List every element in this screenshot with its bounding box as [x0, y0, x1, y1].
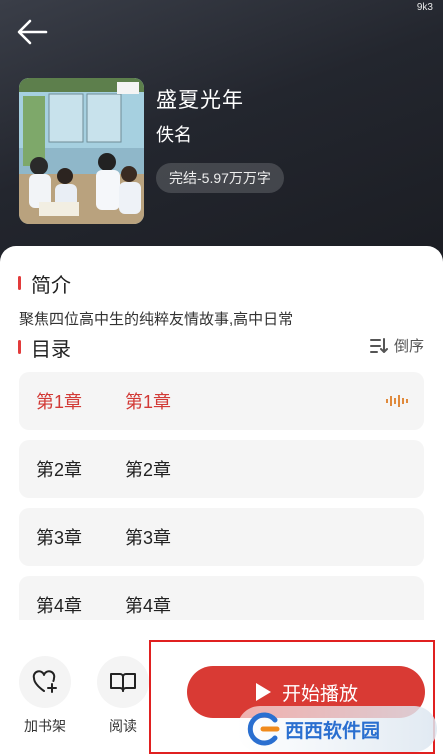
- chapter-number: 第1章: [36, 392, 83, 412]
- add-bookshelf-button[interactable]: 加书架: [18, 656, 72, 736]
- chapter-number: 第4章: [36, 596, 83, 616]
- audio-wave-icon: [386, 395, 408, 407]
- intro-text: 聚焦四位高中生的纯粹友情故事,高中日常: [19, 311, 294, 328]
- book-header: 9k3 盛夏光年 佚名 完结-5.97万万字: [0, 0, 443, 270]
- sort-icon: [369, 337, 388, 353]
- chapter-item[interactable]: 第1章 第1章: [19, 372, 424, 430]
- heart-plus-icon: [32, 670, 57, 693]
- chapter-name: 第1章: [125, 392, 172, 412]
- status-indicator: 9k3: [416, 2, 433, 13]
- catalog-title: 目录: [31, 338, 71, 361]
- chapter-list: 第1章 第1章 第2章 第2章 第3章 第3章 第4章 第4章: [19, 372, 424, 644]
- add-bookshelf-label: 加书架: [24, 718, 66, 734]
- start-play-label: 开始播放: [281, 683, 358, 705]
- back-button[interactable]: [16, 18, 52, 48]
- section-marker: [18, 276, 21, 290]
- chapter-name: 第2章: [125, 460, 172, 480]
- arrow-left-icon: [17, 19, 48, 45]
- read-button[interactable]: 阅读: [96, 656, 150, 736]
- sort-label: 倒序: [393, 338, 424, 355]
- add-bookshelf-circle: [19, 656, 71, 708]
- chapter-item[interactable]: 第2章 第2章: [19, 440, 424, 498]
- read-label: 阅读: [109, 718, 137, 734]
- book-title: 盛夏光年: [156, 89, 244, 112]
- chapter-number: 第3章: [36, 528, 83, 548]
- book-author: 佚名: [156, 125, 192, 145]
- open-book-icon: [110, 673, 136, 692]
- chapter-name: 第3章: [125, 528, 172, 548]
- sort-order-button[interactable]: 倒序: [369, 335, 424, 356]
- chapter-name: 第4章: [125, 596, 172, 616]
- play-icon: [255, 683, 271, 701]
- chapter-item[interactable]: 第3章 第3章: [19, 508, 424, 566]
- book-cover: [19, 78, 144, 224]
- catalog-heading: 目录: [18, 334, 71, 361]
- read-circle: [97, 656, 149, 708]
- chapter-number: 第2章: [36, 460, 83, 480]
- book-status-badge: 完结-5.97万万字: [156, 163, 284, 193]
- intro-title: 简介: [31, 274, 71, 297]
- site-watermark: 西西软件园: [237, 706, 437, 752]
- watermark-logo-icon: [247, 712, 280, 746]
- section-marker: [18, 340, 21, 354]
- detail-sheet: 简介 聚焦四位高中生的纯粹友情故事,高中日常 目录 倒序 第1章 第1章 第2章…: [0, 246, 443, 756]
- watermark-text: 西西软件园: [285, 720, 381, 742]
- intro-heading: 简介: [18, 270, 71, 297]
